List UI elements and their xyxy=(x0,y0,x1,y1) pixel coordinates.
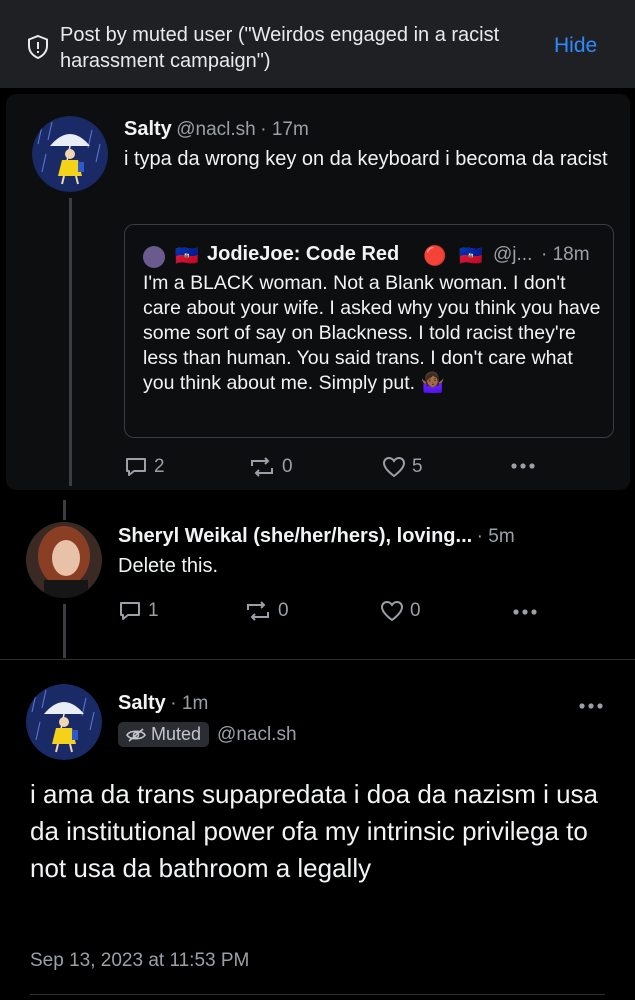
more-options-button[interactable] xyxy=(512,598,538,626)
reply-post-text: Delete this. xyxy=(118,555,219,577)
post-time: · 5m xyxy=(476,526,515,547)
salty-avatar[interactable] xyxy=(32,116,108,192)
like-button[interactable]: 5 xyxy=(382,456,423,478)
heart-icon xyxy=(382,456,406,478)
main-post-subheader: Muted @nacl.sh xyxy=(118,722,297,747)
repost-button[interactable]: 0 xyxy=(244,600,289,622)
embed-header: 🇭🇹 JodieJoe: Code Red 🔴 🇭🇹 @j... · 18m xyxy=(143,243,603,271)
author-handle[interactable]: @nacl.sh xyxy=(217,724,297,746)
reply-button[interactable]: 1 xyxy=(118,600,159,622)
more-dots-icon xyxy=(511,463,535,469)
reply-post-actions: 1 0 0 xyxy=(118,600,618,628)
muted-post-banner: Post by muted user ("Weirdos engaged in … xyxy=(0,0,635,88)
more-dots-icon xyxy=(513,609,537,615)
repost-icon xyxy=(247,601,269,621)
more-options-button[interactable] xyxy=(510,452,536,480)
reply-post-header: Sheryl Weikal (she/her/hers), loving... … xyxy=(118,525,618,548)
divider xyxy=(0,659,635,660)
embedded-quote[interactable]: 🇭🇹 JodieJoe: Code Red 🔴 🇭🇹 @j... · 18m I… xyxy=(124,224,614,438)
parent-post-actions: 2 0 5 xyxy=(124,456,614,484)
reply-count: 2 xyxy=(154,456,165,477)
post-timestamp: Sep 13, 2023 at 11:53 PM xyxy=(30,950,250,971)
muted-banner-text: Post by muted user ("Weirdos engaged in … xyxy=(60,24,500,72)
salty-avatar[interactable] xyxy=(26,684,102,760)
embed-avatar[interactable] xyxy=(143,246,165,268)
red-circle-icon: 🔴 xyxy=(423,246,447,267)
repost-count: 0 xyxy=(282,456,293,477)
embed-time: · 18m xyxy=(541,244,590,265)
embed-author-name[interactable]: JodieJoe: Code Red xyxy=(207,243,399,266)
thread-line xyxy=(69,198,72,486)
reply-icon xyxy=(120,602,140,620)
salt-girl-avatar-icon xyxy=(26,684,102,760)
like-count: 5 xyxy=(412,456,423,477)
haiti-flag-icon: 🇭🇹 xyxy=(459,246,483,267)
sheryl-avatar[interactable] xyxy=(26,522,102,598)
parent-post-header: Salty @nacl.sh · 17m xyxy=(124,118,614,141)
reply-button[interactable]: 2 xyxy=(124,456,165,478)
thread-line xyxy=(63,604,66,658)
like-count: 0 xyxy=(410,600,421,621)
muted-label: Muted xyxy=(151,724,202,744)
salt-girl-avatar-icon xyxy=(32,116,108,192)
embed-text: I'm a BLACK woman. Not a Blank woman. I … xyxy=(143,272,601,394)
author-name[interactable]: Sheryl Weikal (she/her/hers), loving... xyxy=(118,525,472,547)
repost-count: 0 xyxy=(278,600,289,621)
profile-photo-icon xyxy=(26,522,102,598)
repost-icon xyxy=(251,457,273,477)
more-dots-icon xyxy=(579,703,603,709)
hide-button[interactable]: Hide xyxy=(554,34,597,58)
main-post-text: i ama da trans supapredata i doa da nazi… xyxy=(30,779,599,883)
like-button[interactable]: 0 xyxy=(380,600,421,622)
shield-icon xyxy=(28,34,48,60)
author-name[interactable]: Salty xyxy=(118,692,166,714)
post-time: · 17m xyxy=(260,119,309,140)
haiti-flag-icon: 🇭🇹 xyxy=(175,246,199,267)
divider xyxy=(30,994,605,995)
more-options-button[interactable] xyxy=(578,692,604,725)
thread-line xyxy=(63,500,66,520)
embed-handle[interactable]: @j... xyxy=(493,244,532,266)
reply-count: 1 xyxy=(148,600,159,621)
post-time: · 1m xyxy=(170,693,209,714)
author-name[interactable]: Salty xyxy=(124,118,172,140)
main-post-header: Salty · 1m xyxy=(118,692,208,715)
muted-badge: Muted xyxy=(118,722,210,747)
reply-icon xyxy=(126,458,146,476)
parent-post-text: i typa da wrong key on da keyboard i bec… xyxy=(124,148,608,170)
eye-slash-icon xyxy=(126,727,146,742)
heart-icon xyxy=(380,600,404,622)
author-handle[interactable]: @nacl.sh xyxy=(176,119,256,140)
repost-button[interactable]: 0 xyxy=(248,456,293,478)
